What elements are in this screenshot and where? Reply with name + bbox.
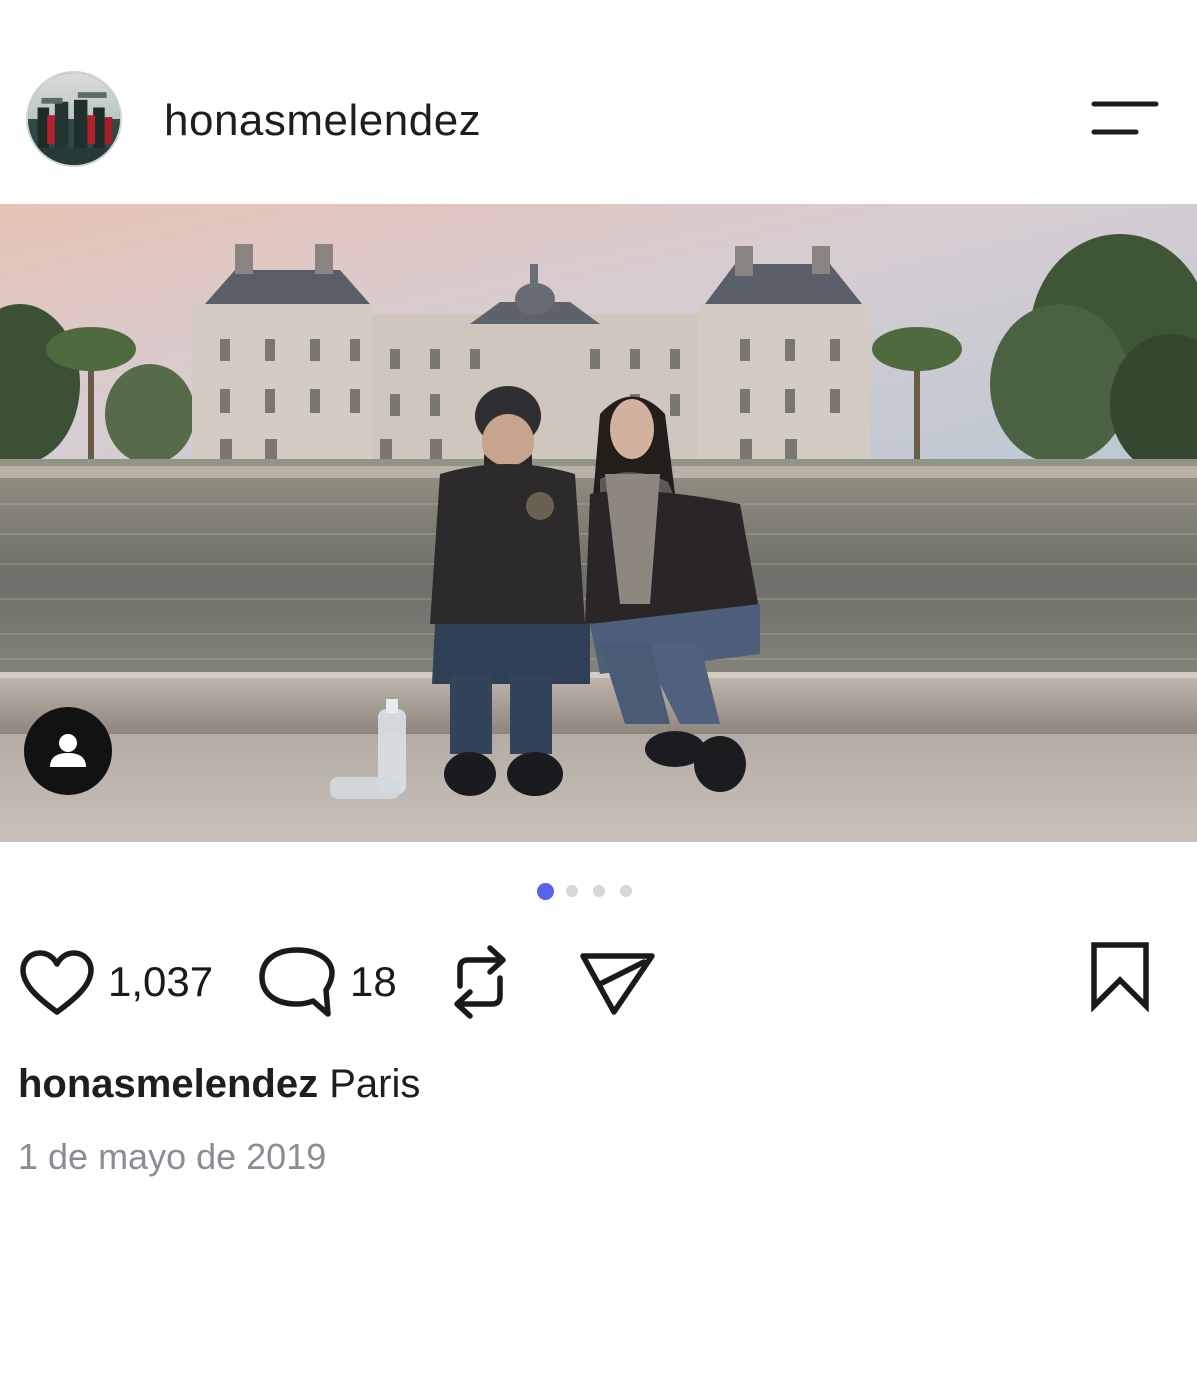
repost-icon[interactable] — [446, 942, 514, 1022]
carousel-dot-2[interactable] — [566, 885, 578, 897]
bookmark-icon[interactable] — [1086, 940, 1154, 1012]
comments-count[interactable]: 18 — [350, 958, 397, 1006]
post-caption: honasmelendez Paris — [18, 1060, 420, 1108]
profile-avatar[interactable] — [26, 71, 122, 167]
person-tag-icon[interactable] — [24, 707, 112, 795]
action-bar: 1,037 18 — [0, 930, 1197, 1030]
send-icon[interactable] — [578, 948, 658, 1018]
likes-count[interactable]: 1,037 — [108, 958, 213, 1006]
caption-text: Paris — [329, 1062, 421, 1106]
post-date: 1 de mayo de 2019 — [18, 1136, 327, 1177]
post-header: honasmelendez — [0, 0, 1197, 200]
carousel-dot-1[interactable] — [537, 882, 554, 900]
comment-bubble-icon[interactable] — [258, 946, 336, 1020]
avatar-image — [28, 73, 120, 165]
photo-scene — [0, 204, 1197, 842]
carousel-dot-3[interactable] — [593, 885, 605, 897]
heart-icon[interactable] — [18, 948, 96, 1018]
caption-username[interactable]: honasmelendez — [18, 1062, 318, 1106]
post-photo[interactable] — [0, 204, 1197, 842]
carousel-dot-4[interactable] — [620, 885, 632, 897]
menu-icon[interactable] — [1088, 98, 1164, 140]
carousel-indicator — [537, 882, 647, 900]
header-username[interactable]: honasmelendez — [164, 96, 481, 146]
